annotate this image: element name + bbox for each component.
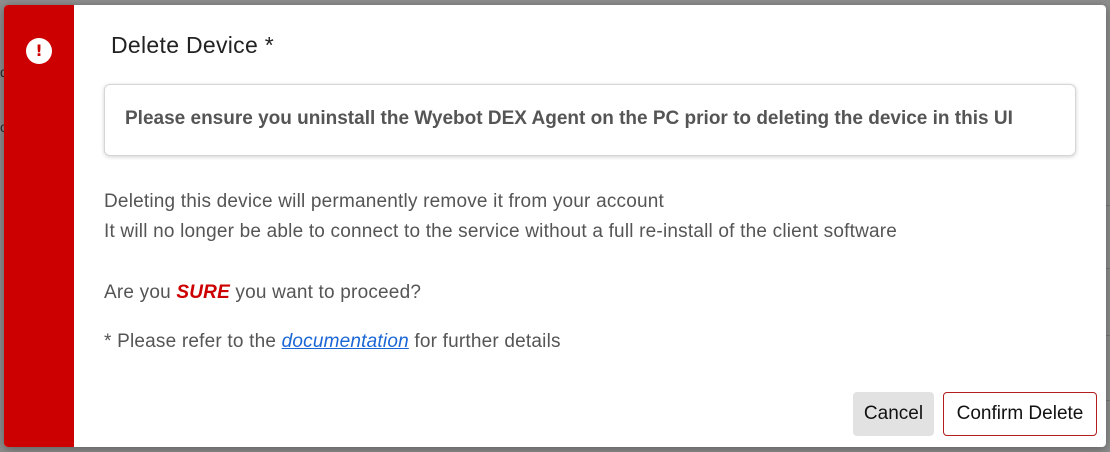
documentation-link[interactable]: documentation xyxy=(282,331,409,352)
cancel-button[interactable]: Cancel xyxy=(853,392,934,436)
confirm-delete-button[interactable]: Confirm Delete xyxy=(943,392,1097,436)
warning-banner: Please ensure you uninstall the Wyebot D… xyxy=(104,84,1076,156)
sure-emphasis: SURE xyxy=(176,282,230,303)
confirm-question-suffix: you want to proceed? xyxy=(229,282,422,303)
danger-strip: ! xyxy=(4,5,74,447)
alert-icon: ! xyxy=(26,38,52,64)
confirm-question-prefix: Are you xyxy=(104,282,177,303)
dialog-title: Delete Device * xyxy=(111,32,275,58)
confirm-question: Are you SURE you want to proceed? xyxy=(104,282,421,304)
documentation-note: * Please refer to the documentation for … xyxy=(104,331,561,353)
description-line-2: It will no longer be able to connect to … xyxy=(104,221,898,242)
description-line-1: Deleting this device will permanently re… xyxy=(104,191,665,212)
note-suffix: for further details xyxy=(408,331,561,352)
warning-text: Please ensure you uninstall the Wyebot D… xyxy=(125,108,1013,129)
delete-device-dialog: ! Delete Device * Please ensure you unin… xyxy=(4,5,1106,447)
note-prefix: * Please refer to the xyxy=(104,331,282,352)
